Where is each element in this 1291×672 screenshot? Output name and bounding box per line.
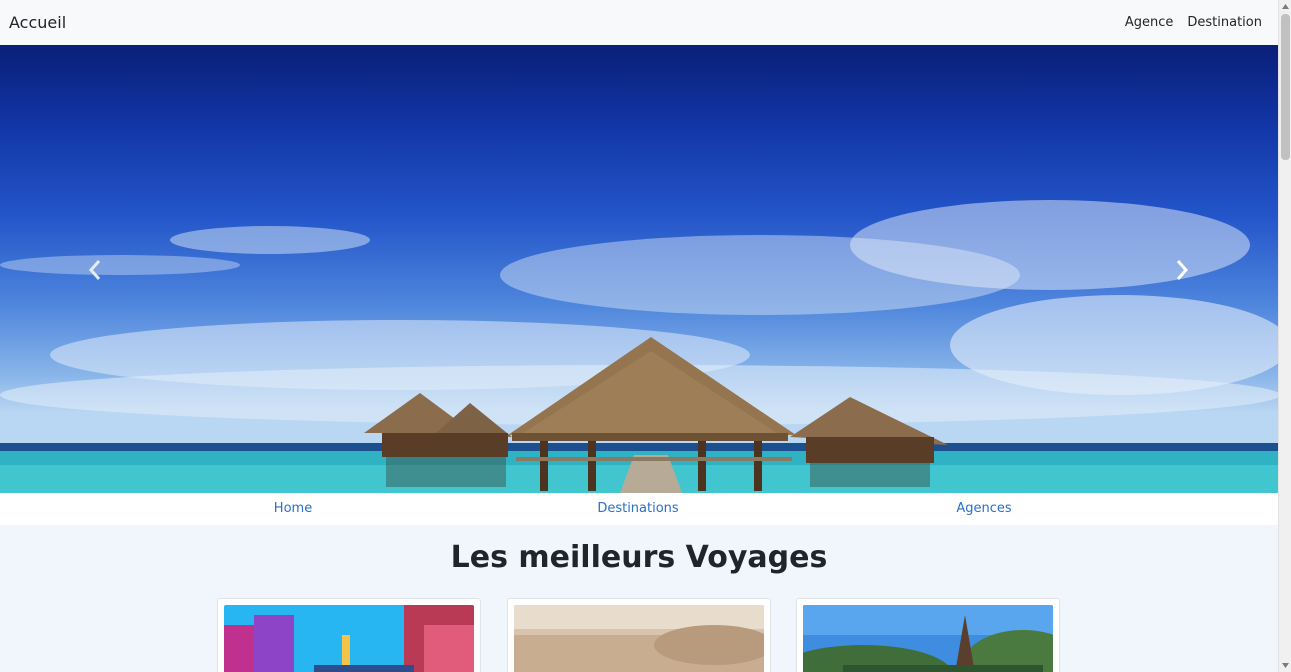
scroll-up-arrow[interactable] <box>1279 0 1291 13</box>
section-title: Les meilleurs Voyages <box>450 540 828 575</box>
link-agences[interactable]: Agences <box>956 501 1011 516</box>
nav-link-agence[interactable]: Agence <box>1125 15 1174 30</box>
chevron-left-icon <box>88 260 101 280</box>
carousel-prev-button[interactable] <box>80 253 110 287</box>
chevron-right-icon <box>1176 260 1189 280</box>
link-home[interactable]: Home <box>274 501 312 516</box>
card-image <box>224 605 474 672</box>
hero-carousel <box>0 45 1278 493</box>
link-destinations[interactable]: Destinations <box>597 501 678 516</box>
top-navbar: Accueil Agence Destination <box>0 0 1278 45</box>
section-links: Home Destinations Agences <box>0 493 1278 525</box>
carousel-next-button[interactable] <box>1167 253 1197 287</box>
card-image <box>803 605 1053 672</box>
navbar-links: Agence Destination <box>1125 15 1262 30</box>
travel-card[interactable] <box>507 598 771 672</box>
scroll-thumb[interactable] <box>1281 14 1290 160</box>
hero-image <box>0 200 1278 493</box>
scroll-down-arrow[interactable] <box>1279 659 1291 672</box>
brand-link[interactable]: Accueil <box>9 13 66 32</box>
travel-card[interactable] <box>217 598 481 672</box>
nav-link-destination[interactable]: Destination <box>1187 15 1262 30</box>
card-image <box>514 605 764 672</box>
page-scrollbar[interactable] <box>1278 0 1291 672</box>
travel-card[interactable] <box>796 598 1060 672</box>
